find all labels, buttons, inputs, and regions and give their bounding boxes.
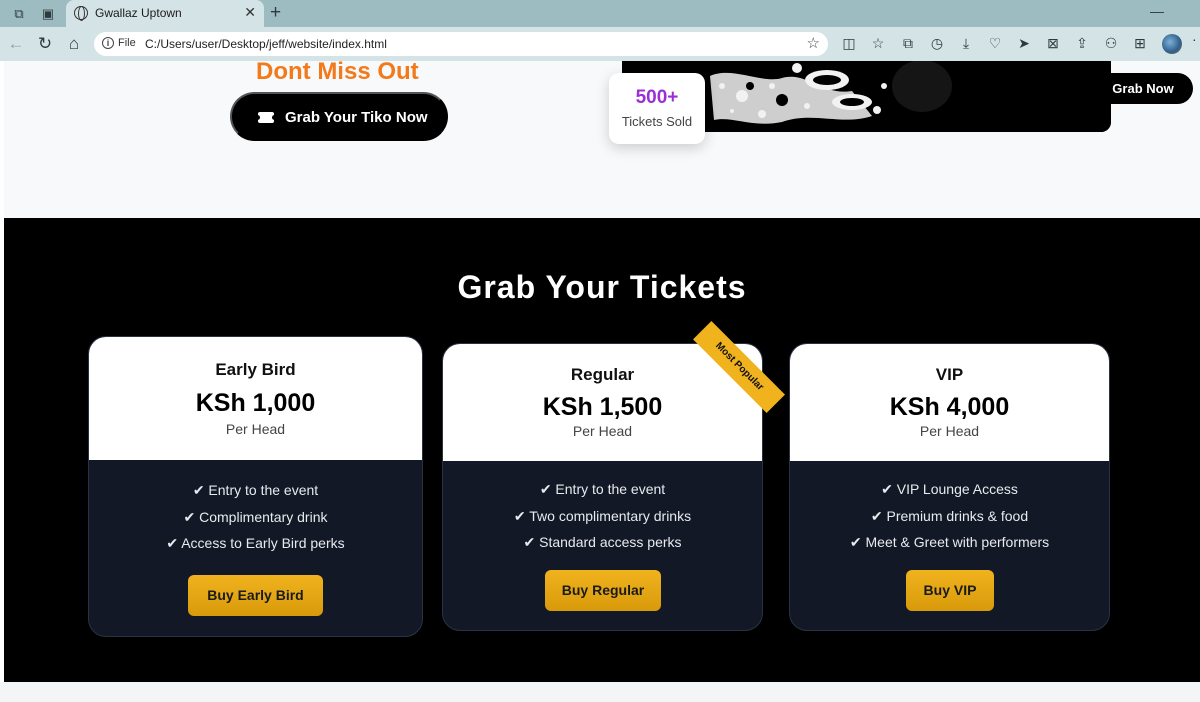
apps-icon[interactable]: ⊞ [1131, 35, 1149, 52]
globe-icon [74, 6, 88, 21]
perk-item: ✔ VIP Lounge Access [881, 481, 1018, 497]
perk-item: ✔ Two complimentary drinks [513, 507, 692, 524]
ticket-price: KSh 4,000 [889, 393, 1010, 421]
card-header: Early Bird KSh 1,000 Per Head [89, 337, 422, 460]
ticket-unit: Per Head [919, 423, 980, 439]
tab-close-icon[interactable]: ✕ [244, 4, 256, 21]
ticket-card-early-bird: Early Bird KSh 1,000 Per Head ✔ Entry to… [88, 336, 423, 637]
workspaces-icon[interactable]: ⧉ [9, 4, 29, 24]
section-title: Grab Your Tickets [457, 269, 747, 305]
ticket-icon [255, 112, 277, 123]
ticket-unit: Per Head [572, 423, 633, 439]
browser-tab-bar: ⧉ ▣ Gwallaz Uptown ✕ + — [0, 0, 1200, 27]
screenshot-icon[interactable]: ⊠ [1044, 35, 1062, 52]
minimize-icon[interactable]: — [1150, 3, 1164, 19]
tickets-sold-label: Tickets Sold [621, 114, 693, 129]
home-icon[interactable]: ⌂ [64, 34, 84, 54]
perk-list: ✔ VIP Lounge Access ✔ Premium drinks & f… [790, 476, 1109, 556]
hero-section: Dont Miss Out Grab Your Tiko Now 500+ Ti… [4, 61, 1200, 218]
perk-item: ✔ Premium drinks & food [870, 507, 1029, 524]
buy-regular-button[interactable]: Buy Regular [545, 570, 661, 611]
address-url[interactable]: C:/Users/user/Desktop/jeff/website/index… [145, 37, 387, 51]
card-header: VIP KSh 4,000 Per Head [790, 344, 1109, 461]
ticket-name: VIP [935, 365, 964, 384]
downloads-icon[interactable]: ⤓ [957, 35, 975, 52]
ticket-name: Early Bird [215, 360, 296, 379]
ticket-card-regular: Regular KSh 1,500 Per Head ✔ Entry to th… [442, 343, 763, 631]
tickets-sold-card: 500+ Tickets Sold [609, 73, 705, 144]
perk-list: ✔ Entry to the event ✔ Complimentary dri… [89, 477, 422, 557]
perk-list: ✔ Entry to the event ✔ Two complimentary… [443, 476, 762, 556]
profile-avatar[interactable] [1162, 34, 1182, 54]
page-viewport: Dont Miss Out Grab Your Tiko Now 500+ Ti… [0, 61, 1200, 702]
grab-tiko-label: Grab Your Tiko Now [285, 109, 428, 126]
send-icon[interactable]: ➤ [1015, 35, 1033, 52]
tickets-sold-value: 500+ [635, 87, 679, 108]
buy-vip-button[interactable]: Buy VIP [906, 570, 994, 611]
tab-title: Gwallaz Uptown [95, 6, 182, 20]
ticket-price: KSh 1,500 [542, 393, 663, 421]
perk-item: ✔ Standard access perks [523, 534, 682, 550]
tab-actions-icon[interactable]: ▣ [38, 4, 58, 24]
perk-item: ✔ Entry to the event [192, 482, 319, 498]
hero-heading: Dont Miss Out [256, 61, 419, 85]
next-section-edge [0, 682, 1200, 702]
extensions-icon[interactable]: ⚇ [1102, 35, 1120, 52]
more-menu-icon[interactable]: · [1192, 31, 1197, 47]
ticket-card-vip: VIP KSh 4,000 Per Head ✔ VIP Lounge Acce… [789, 343, 1110, 631]
health-icon[interactable]: ♡ [986, 35, 1004, 52]
perk-item: ✔ Complimentary drink [183, 508, 328, 525]
browser-tab-active[interactable]: Gwallaz Uptown ✕ [66, 0, 264, 27]
browser-toolbar: ← ↻ ⌂ i File C:/Users/user/Desktop/jeff/… [0, 27, 1200, 61]
buy-early-bird-button[interactable]: Buy Early Bird [188, 575, 323, 616]
address-bar[interactable]: i File C:/Users/user/Desktop/jeff/websit… [94, 32, 828, 56]
card-header: Regular KSh 1,500 Per Head [443, 344, 762, 461]
grab-now-button[interactable]: Grab Now [1093, 73, 1193, 104]
new-tab-icon[interactable]: + [270, 2, 281, 24]
split-screen-icon[interactable]: ◫ [840, 35, 858, 52]
collections-icon[interactable]: ⧉ [899, 35, 917, 52]
favorite-star-icon[interactable]: ☆ [807, 34, 820, 52]
perk-item: ✔ Meet & Greet with performers [849, 534, 1050, 550]
refresh-icon[interactable]: ↻ [35, 34, 55, 54]
ticket-unit: Per Head [225, 421, 286, 437]
share-icon[interactable]: ⇪ [1073, 35, 1091, 52]
ticket-name: Regular [570, 365, 635, 384]
perk-item: ✔ Entry to the event [539, 481, 666, 497]
ticket-price: KSh 1,000 [195, 389, 316, 417]
address-scheme: File [118, 37, 136, 49]
back-icon[interactable]: ← [6, 34, 26, 54]
grab-tiko-button[interactable]: Grab Your Tiko Now [230, 92, 448, 141]
history-icon[interactable]: ◷ [928, 35, 946, 52]
perk-item: ✔ Access to Early Bird perks [166, 535, 345, 551]
favorites-icon[interactable]: ☆ [869, 35, 887, 52]
info-icon[interactable]: i [102, 37, 114, 49]
